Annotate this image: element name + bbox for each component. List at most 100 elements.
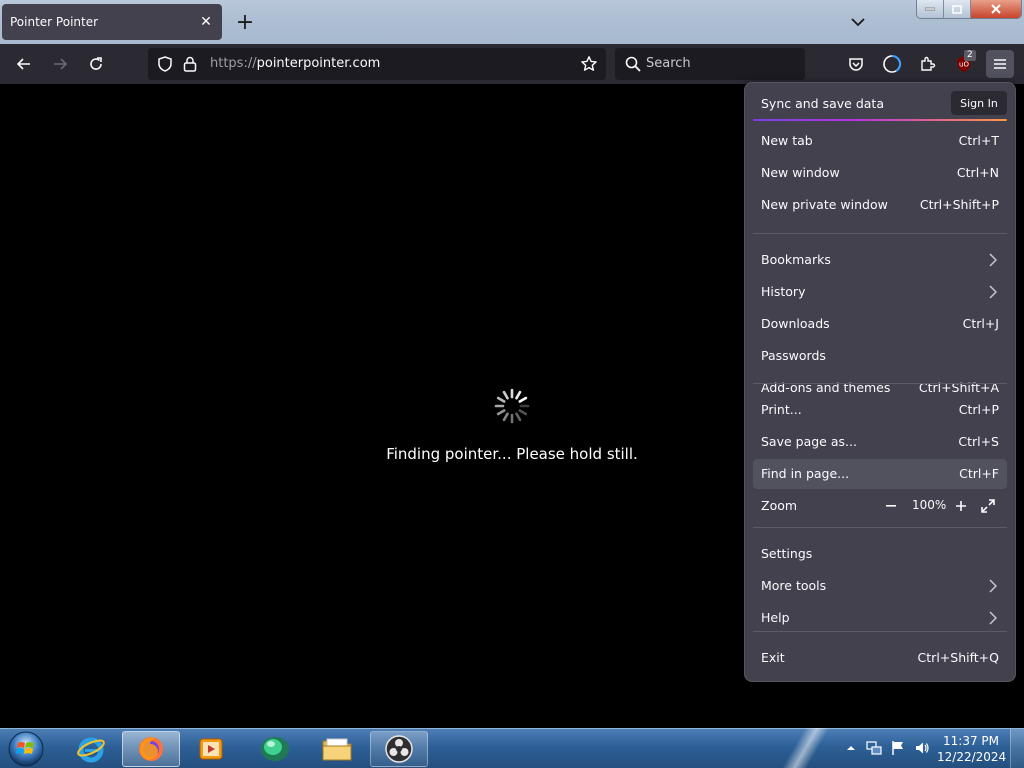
windows-taskbar: 11:37 PM 12/22/2024: [0, 728, 1024, 768]
menu-item-shortcut: Ctrl+F: [959, 466, 999, 481]
folder-icon: [322, 738, 352, 761]
menu-item-find-in-page[interactable]: Find in page... Ctrl+F: [753, 459, 1007, 489]
sync-label: Sync and save data: [761, 96, 884, 111]
taskbar-firefox[interactable]: [122, 731, 180, 767]
menu-separator: [753, 383, 1007, 384]
navigation-toolbar: https://pointerpointer.com Search uO 2: [0, 44, 1024, 84]
menu-item-zoom[interactable]: Zoom 100%: [753, 491, 1007, 521]
extension-circle-button[interactable]: [878, 50, 906, 78]
menu-item-more-tools[interactable]: More tools: [753, 571, 1007, 601]
obs-studio-icon: [385, 735, 413, 763]
chevron-right-icon: [989, 611, 997, 625]
ublock-badge: 2: [964, 50, 976, 61]
tab-pointer-pointer[interactable]: Pointer Pointer ✕: [2, 4, 222, 40]
show-hidden-icons-chevron-up-icon[interactable]: [843, 740, 859, 756]
menu-item-bookmarks[interactable]: Bookmarks: [753, 245, 1007, 275]
menu-item-downloads[interactable]: Downloads Ctrl+J: [753, 309, 1007, 339]
action-center-flag-icon[interactable]: [890, 740, 906, 756]
menu-item-save-page-as[interactable]: Save page as... Ctrl+S: [753, 427, 1007, 457]
taskbar-file-explorer[interactable]: [308, 731, 366, 767]
bookmark-star-icon[interactable]: [580, 55, 598, 77]
menu-item-label: Find in page...: [761, 466, 850, 481]
minimize-button[interactable]: [917, 0, 944, 18]
tab-title: Pointer Pointer: [10, 15, 99, 29]
menu-item-label: Settings: [761, 546, 813, 561]
menu-item-label: Print...: [761, 402, 802, 417]
menu-item-label: Bookmarks: [761, 252, 831, 267]
zoom-level[interactable]: 100%: [912, 498, 946, 512]
open-application-menu-button[interactable]: [986, 50, 1014, 78]
zoom-in-plus-icon[interactable]: [951, 496, 971, 516]
search-placeholder: Search: [646, 56, 691, 71]
pocket-icon: [849, 58, 863, 71]
reload-icon: [90, 57, 102, 70]
menu-item-label: New tab: [761, 133, 813, 148]
sync-gradient-divider: [753, 119, 1007, 121]
arrow-right-icon: [54, 58, 68, 70]
taskbar-obs-studio[interactable]: [370, 731, 428, 767]
menu-item-label: More tools: [761, 578, 827, 593]
menu-item-label: New private window: [761, 197, 888, 212]
menu-item-new-tab[interactable]: New tab Ctrl+T: [753, 126, 1007, 156]
back-button[interactable]: [10, 50, 38, 78]
new-tab-button[interactable]: +: [232, 8, 258, 36]
volume-speaker-icon[interactable]: [914, 740, 930, 756]
menu-item-exit[interactable]: Exit Ctrl+Shift+Q: [753, 643, 1007, 673]
zoom-out-minus-icon[interactable]: [881, 496, 901, 516]
media-player-icon: [199, 738, 223, 760]
fullscreen-icon[interactable]: [977, 495, 999, 517]
menu-item-passwords[interactable]: Passwords: [753, 341, 1007, 371]
dark-reader-circle-icon: [883, 54, 902, 73]
search-bar[interactable]: Search: [615, 48, 805, 80]
menu-item-label: Exit: [761, 650, 785, 665]
menu-item-help[interactable]: Help: [753, 603, 1007, 633]
taskbar-media-player[interactable]: [182, 731, 240, 767]
clock-date[interactable]: 12/22/2024: [937, 750, 1006, 764]
list-all-tabs-chevron-down-icon[interactable]: [846, 10, 870, 34]
clock-time[interactable]: 11:37 PM: [941, 734, 1001, 748]
taskbar-green-app[interactable]: [246, 731, 304, 767]
lock-icon[interactable]: [182, 55, 198, 77]
menu-item-shortcut: Ctrl+P: [958, 402, 999, 417]
reload-button[interactable]: [82, 50, 110, 78]
menu-item-label: Help: [761, 610, 790, 625]
ublock-origin-button[interactable]: uO 2: [950, 50, 978, 78]
menu-item-shortcut: Ctrl+T: [958, 133, 999, 148]
arrow-left-icon: [16, 58, 30, 70]
menu-separator: [753, 631, 1007, 632]
menu-separator: [753, 527, 1007, 528]
menu-item-print[interactable]: Print... Ctrl+P: [753, 395, 1007, 425]
taskbar-internet-explorer[interactable]: [62, 731, 120, 767]
menu-item-settings[interactable]: Settings: [753, 539, 1007, 569]
close-window-button[interactable]: [969, 0, 1021, 18]
close-tab-icon[interactable]: ✕: [196, 12, 216, 32]
tracking-protection-shield-icon[interactable]: [156, 55, 174, 77]
green-sphere-icon: [261, 737, 289, 761]
windows-orb-icon: [8, 731, 44, 767]
menu-item-label: Passwords: [761, 348, 826, 363]
menu-item-new-window[interactable]: New window Ctrl+N: [753, 158, 1007, 188]
menu-item-shortcut: Ctrl+Shift+Q: [917, 650, 999, 665]
menu-item-new-private-window[interactable]: New private window Ctrl+Shift+P: [753, 190, 1007, 220]
forward-button[interactable]: [46, 50, 74, 78]
address-bar[interactable]: https://pointerpointer.com: [148, 48, 606, 80]
extensions-button[interactable]: [914, 50, 942, 78]
menu-item-shortcut: Ctrl+S: [958, 434, 999, 449]
puzzle-piece-icon: [921, 56, 936, 71]
menu-item-history[interactable]: History: [753, 277, 1007, 307]
screen: Pointer Pointer ✕ + https://pointerpoint…: [0, 0, 1024, 768]
chevron-right-icon: [989, 285, 997, 299]
url-text[interactable]: https://pointerpointer.com: [210, 56, 380, 71]
network-icon[interactable]: [866, 740, 882, 756]
pocket-button[interactable]: [842, 50, 870, 78]
svg-text:uO: uO: [959, 61, 969, 69]
show-desktop-button[interactable]: [1010, 729, 1024, 768]
sync-row[interactable]: Sync and save data Sign In: [753, 89, 1007, 119]
chevron-right-icon: [989, 579, 997, 593]
sign-in-button[interactable]: Sign In: [951, 91, 1007, 115]
maximize-button[interactable]: [943, 0, 970, 18]
menu-item-shortcut: Ctrl+N: [956, 165, 999, 180]
system-tray: 11:37 PM 12/22/2024: [840, 729, 1024, 768]
start-button[interactable]: [6, 730, 46, 768]
menu-item-label: History: [761, 284, 806, 299]
